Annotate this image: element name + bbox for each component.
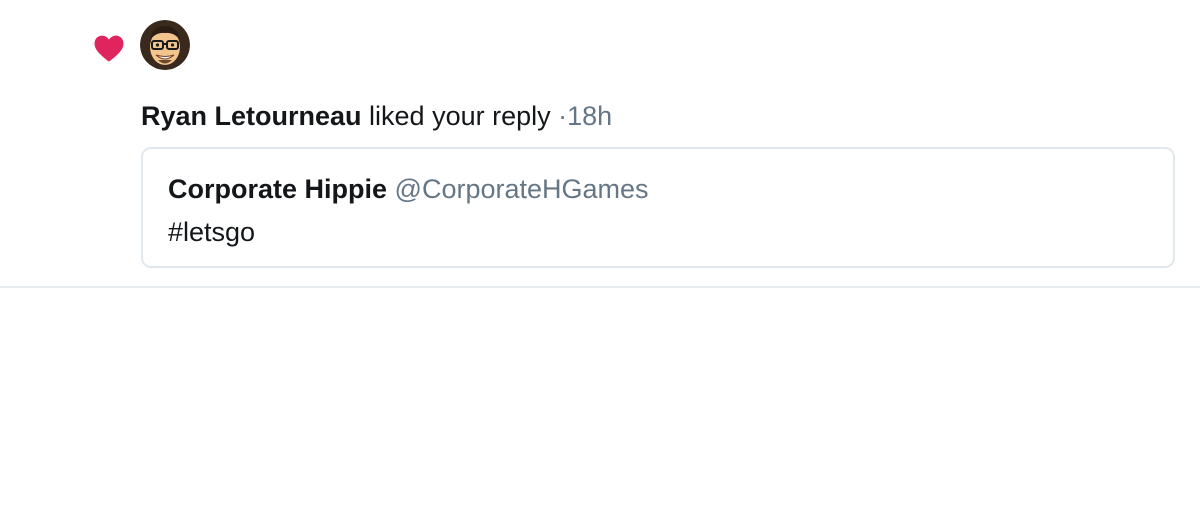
heart-icon	[94, 35, 124, 62]
tweet-text: #letsgo	[168, 217, 256, 247]
action-text: liked your reply	[361, 101, 551, 131]
like-notification[interactable]: Ryan Letourneau liked your reply ·18h Co…	[0, 0, 1200, 288]
avatar[interactable]	[140, 20, 190, 70]
notification-summary: Ryan Letourneau liked your reply ·18h	[141, 99, 612, 133]
quoted-tweet-card[interactable]: Corporate Hippie @CorporateHGames #letsg…	[141, 147, 1175, 268]
tweet-author-handle[interactable]: @CorporateHGames	[387, 174, 649, 204]
avatar-image	[140, 20, 190, 70]
tweet-header: Corporate Hippie @CorporateHGames	[168, 172, 649, 206]
user-name-link[interactable]: Ryan Letourneau	[141, 101, 362, 131]
timestamp[interactable]: ·18h	[551, 101, 612, 131]
tweet-author-name[interactable]: Corporate Hippie	[168, 174, 387, 204]
